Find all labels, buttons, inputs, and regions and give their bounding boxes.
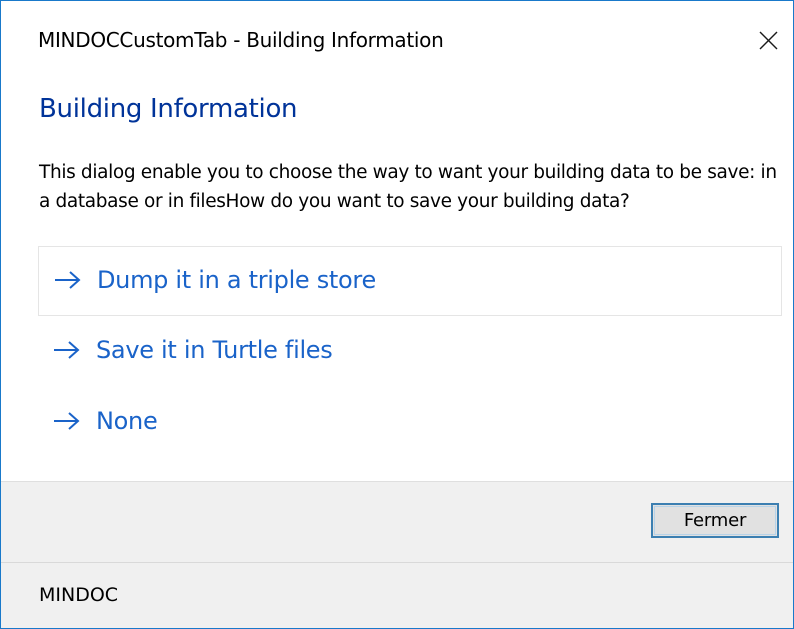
task-dialog-window: MINDOCCustomTab - Building Information B… (0, 0, 794, 629)
right-arrow-icon (54, 341, 80, 359)
dialog-content: Building Information This dialog enable … (1, 83, 793, 481)
right-arrow-icon (54, 412, 80, 430)
main-instruction-heading: Building Information (39, 94, 298, 124)
command-links-list: Dump it in a triple store Save it in Tur… (38, 246, 782, 459)
command-link-label: None (96, 407, 158, 435)
button-footer: Fermer (1, 481, 793, 562)
footnote-text: MINDOC (39, 584, 119, 606)
close-button[interactable] (745, 19, 791, 63)
fermer-button[interactable]: Fermer (651, 503, 779, 538)
footnote-area: MINDOC (1, 562, 793, 628)
command-link-turtle-files[interactable]: Save it in Turtle files (38, 317, 782, 387)
command-link-none[interactable]: None (38, 388, 782, 458)
title-bar[interactable]: MINDOCCustomTab - Building Information (1, 1, 793, 83)
dialog-description: This dialog enable you to choose the way… (39, 162, 777, 212)
right-arrow-icon (55, 271, 81, 289)
command-link-triple-store[interactable]: Dump it in a triple store (38, 246, 782, 316)
command-link-label: Save it in Turtle files (96, 336, 333, 364)
window-title: MINDOCCustomTab - Building Information (38, 28, 444, 52)
command-link-label: Dump it in a triple store (97, 266, 376, 294)
close-icon (759, 31, 778, 50)
